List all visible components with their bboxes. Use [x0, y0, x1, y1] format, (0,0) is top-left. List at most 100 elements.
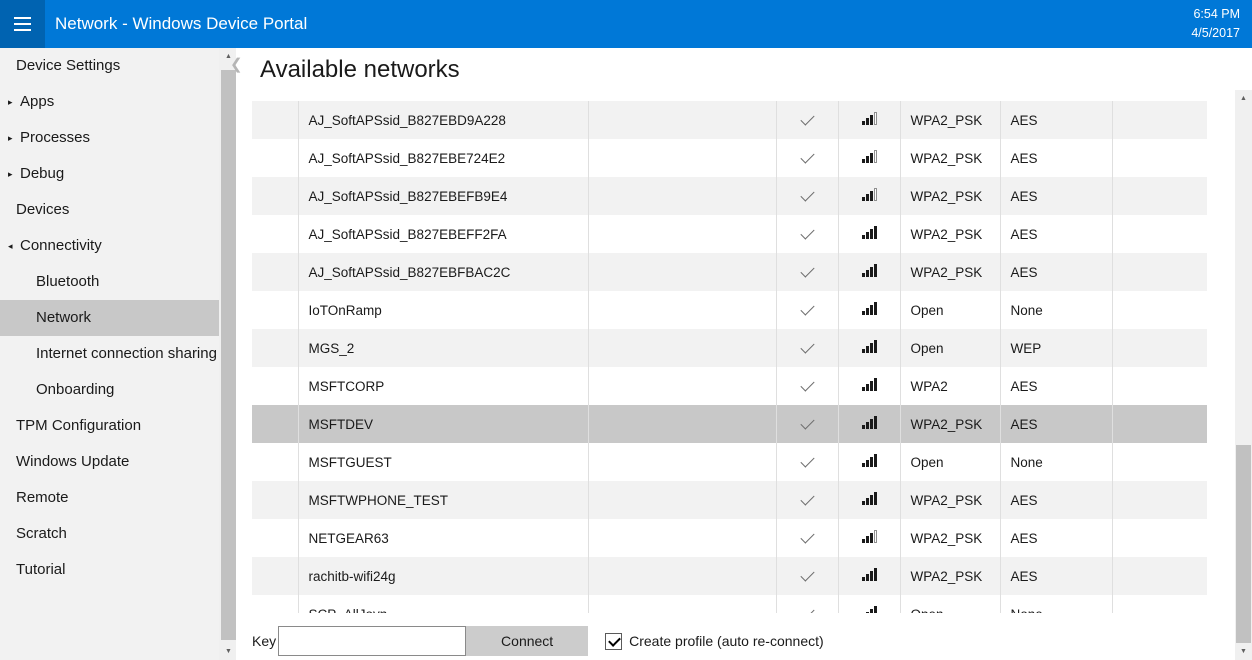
network-signal-cell [838, 177, 900, 215]
table-row[interactable]: AJ_SoftAPSsid_B827EBD9A228WPA2_PSKAES [252, 101, 1207, 139]
clock: 6:54 PM 4/5/2017 [1191, 5, 1240, 43]
scroll-down-arrow-icon[interactable]: ▼ [220, 643, 236, 660]
sidebar-item-tutorial[interactable]: Tutorial [0, 552, 236, 588]
signal-strength-icon [862, 568, 877, 581]
table-row[interactable]: AJ_SoftAPSsid_B827EBEFB9E4WPA2_PSKAES [252, 177, 1207, 215]
sidebar-item-remote[interactable]: Remote [0, 480, 236, 516]
signal-bar [866, 118, 869, 125]
sidebar-item-bluetooth[interactable]: Bluetooth [0, 264, 236, 300]
sidebar-item-onboarding[interactable]: Onboarding [0, 372, 236, 408]
network-blank-cell [588, 215, 776, 253]
sidebar-item-network[interactable]: Network [0, 300, 236, 336]
signal-strength-icon [862, 150, 877, 163]
signal-bar [862, 463, 865, 467]
table-row[interactable]: AJ_SoftAPSsid_B827EBE724E2WPA2_PSKAES [252, 139, 1207, 177]
content-scrollbar[interactable]: ▲ ▼ [1235, 90, 1252, 660]
key-input[interactable] [278, 626, 466, 656]
network-ssid-cell: NETGEAR63 [298, 519, 588, 557]
chevron-right-icon[interactable]: ▸ [8, 98, 20, 107]
signal-bar [870, 191, 873, 201]
create-profile-label: Create profile (auto re-connect) [629, 633, 824, 649]
chevron-right-icon[interactable]: ▸ [8, 134, 20, 143]
create-profile-checkbox-group[interactable]: Create profile (auto re-connect) [605, 633, 824, 650]
network-auth-cell: WPA2 [900, 367, 1000, 405]
network-available-cell [776, 177, 838, 215]
signal-bar [870, 381, 873, 391]
content-scrollbar-thumb[interactable] [1236, 445, 1251, 643]
checkmark-icon [800, 567, 814, 581]
sidebar-item-tpm-configuration[interactable]: TPM Configuration [0, 408, 236, 444]
network-cipher-cell: AES [1000, 557, 1112, 595]
sidebar-item-apps[interactable]: ▸Apps [0, 84, 236, 120]
signal-strength-icon [862, 226, 877, 239]
table-row[interactable]: MSFTGUESTOpenNone [252, 443, 1207, 481]
network-ssid-cell: SCP_AllJoyn [298, 595, 588, 613]
sidebar-item-devices[interactable]: Devices [0, 192, 236, 228]
network-end-cell [1112, 443, 1207, 481]
signal-bar [870, 229, 873, 239]
network-signal-cell [838, 519, 900, 557]
chevron-down-icon[interactable]: ◂ [8, 242, 20, 251]
network-signal-cell [838, 481, 900, 519]
table-row[interactable]: MSFTWPHONE_TESTWPA2_PSKAES [252, 481, 1207, 519]
table-row[interactable]: MSFTDEVWPA2_PSKAES [252, 405, 1207, 443]
chevron-left-icon[interactable]: ❮ [230, 55, 246, 75]
network-end-cell [1112, 329, 1207, 367]
create-profile-checkbox[interactable] [605, 633, 622, 650]
table-row[interactable]: rachitb-wifi24gWPA2_PSKAES [252, 557, 1207, 595]
checkmark-icon [800, 339, 814, 353]
sidebar-item-processes[interactable]: ▸Processes [0, 120, 236, 156]
network-ssid-cell: AJ_SoftAPSsid_B827EBFBAC2C [298, 253, 588, 291]
table-row[interactable]: NETGEAR63WPA2_PSKAES [252, 519, 1207, 557]
signal-strength-icon [862, 530, 877, 543]
clock-time: 6:54 PM [1191, 5, 1240, 24]
table-row[interactable]: SCP_AllJoynOpenNone [252, 595, 1207, 613]
connect-button[interactable]: Connect [466, 626, 588, 656]
signal-bar [866, 194, 869, 201]
sidebar-scrollbar[interactable]: ▲ ▼ [219, 48, 236, 660]
main-content: Available networks AJ_SoftAPSsid_B827EBD… [247, 48, 1252, 660]
row-spacer-cell [252, 405, 298, 443]
hamburger-icon[interactable] [0, 0, 45, 48]
network-ssid-cell: AJ_SoftAPSsid_B827EBD9A228 [298, 101, 588, 139]
signal-bar [862, 501, 865, 505]
table-row[interactable]: IoTOnRampOpenNone [252, 291, 1207, 329]
signal-strength-icon [862, 606, 877, 613]
signal-bar [862, 311, 865, 315]
scroll-down-arrow-icon[interactable]: ▼ [1235, 643, 1252, 660]
signal-bar [866, 308, 869, 315]
sidebar-item-windows-update[interactable]: Windows Update [0, 444, 236, 480]
page-title: Available networks [260, 56, 460, 84]
table-row[interactable]: AJ_SoftAPSsid_B827EBEFF2FAWPA2_PSKAES [252, 215, 1207, 253]
network-auth-cell: WPA2_PSK [900, 101, 1000, 139]
sidebar-item-connectivity[interactable]: ◂Connectivity [0, 228, 236, 264]
network-blank-cell [588, 405, 776, 443]
network-cipher-cell: AES [1000, 139, 1112, 177]
signal-strength-icon [862, 416, 877, 429]
network-blank-cell [588, 519, 776, 557]
network-blank-cell [588, 595, 776, 613]
signal-bar [866, 612, 869, 613]
table-row[interactable]: AJ_SoftAPSsid_B827EBFBAC2CWPA2_PSKAES [252, 253, 1207, 291]
table-row[interactable]: MSFTCORPWPA2AES [252, 367, 1207, 405]
sidebar-item-internet-connection-sharing[interactable]: Internet connection sharing [0, 336, 236, 372]
signal-bar [866, 346, 869, 353]
network-auth-cell: Open [900, 329, 1000, 367]
sidebar-item-debug[interactable]: ▸Debug [0, 156, 236, 192]
chevron-right-icon[interactable]: ▸ [8, 170, 20, 179]
scroll-up-arrow-icon[interactable]: ▲ [1235, 90, 1252, 107]
signal-bar [866, 498, 869, 505]
checkmark-icon [800, 187, 814, 201]
network-cipher-cell: AES [1000, 367, 1112, 405]
sidebar-item-label: Windows Update [16, 451, 129, 473]
network-auth-cell: WPA2_PSK [900, 139, 1000, 177]
table-row[interactable]: MGS_2OpenWEP [252, 329, 1207, 367]
sidebar-item-scratch[interactable]: Scratch [0, 516, 236, 552]
row-spacer-cell [252, 291, 298, 329]
hamburger-bar [14, 29, 31, 31]
signal-bar [874, 226, 877, 239]
sidebar-item-label: Processes [20, 127, 90, 149]
sidebar-item-device-settings[interactable]: Device Settings [0, 48, 236, 84]
sidebar-scrollbar-thumb[interactable] [221, 70, 236, 640]
signal-bar [862, 349, 865, 353]
